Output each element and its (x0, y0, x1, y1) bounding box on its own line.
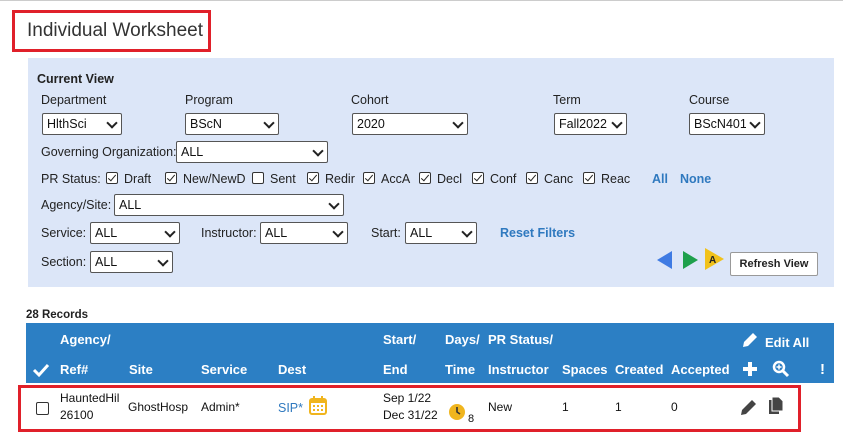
row-accepted: 0 (671, 400, 678, 414)
instructor-label: Instructor: (201, 226, 257, 240)
row-ref: 26100 (60, 408, 94, 422)
select-all-check-icon[interactable] (32, 362, 50, 378)
department-select[interactable]: HlthSci (42, 113, 122, 135)
header-instructor: Instructor (488, 362, 549, 377)
add-icon[interactable] (742, 361, 758, 377)
alert-header-icon: ! (820, 361, 825, 378)
pr-status-newnewd-label: New/NewD (183, 172, 246, 186)
header-spaces: Spaces (562, 362, 608, 377)
row-days: 8 (468, 413, 475, 425)
pr-status-label: PR Status: (41, 172, 101, 186)
row-start: Sep 1/22 (383, 391, 432, 405)
header-service: Service (201, 362, 248, 377)
row-created: 1 (615, 400, 622, 414)
pr-status-draft-checkbox[interactable] (106, 172, 118, 184)
pencil-icon[interactable] (740, 330, 760, 350)
row-site: GhostHosp (128, 400, 189, 414)
section-label: Section: (41, 255, 87, 269)
pr-status-conf-label: Conf (490, 172, 517, 186)
reset-filters-link[interactable]: Reset Filters (500, 226, 575, 240)
start-select[interactable]: ALL (405, 222, 477, 244)
pr-status-decl-checkbox[interactable] (419, 172, 431, 184)
service-label: Service: (41, 226, 87, 240)
pr-status-conf-checkbox[interactable] (472, 172, 484, 184)
previous-arrow-icon[interactable] (656, 250, 674, 270)
governing-org-select[interactable]: ALL (176, 141, 328, 163)
governing-org-label: Governing Organization: (41, 145, 177, 159)
department-label: Department (41, 93, 107, 107)
header-accepted: Accepted (671, 362, 730, 377)
header-agency: Agency/ (60, 332, 111, 347)
search-zoom-icon[interactable] (772, 360, 790, 378)
program-select[interactable]: BScN (185, 113, 279, 135)
header-time: Time (445, 362, 476, 377)
records-count: 28 Records (26, 309, 89, 321)
pr-status-reac-label: Reac (601, 172, 631, 186)
pr-status-reac-checkbox[interactable] (583, 172, 595, 184)
header-days: Days/ (445, 332, 480, 347)
table-header: Agency/ Ref# Site Service Dest Start/ En… (26, 323, 834, 383)
auto-advance-icon[interactable]: A (703, 247, 725, 271)
edit-pencil-icon[interactable] (739, 397, 759, 417)
pr-status-redir-checkbox[interactable] (307, 172, 319, 184)
pr-status-canc-checkbox[interactable] (526, 172, 538, 184)
pr-status-none-link[interactable]: None (680, 172, 711, 186)
header-start: Start/ (383, 332, 417, 347)
copy-icon[interactable] (767, 396, 785, 416)
agency-site-select[interactable]: ALL (114, 194, 344, 216)
header-site: Site (129, 362, 153, 377)
next-arrow-icon[interactable] (681, 250, 699, 270)
filter-panel: Current View Department Program Cohort T… (28, 58, 834, 287)
calendar-icon[interactable] (308, 395, 328, 416)
program-label: Program (185, 93, 233, 107)
term-label: Term (553, 93, 581, 107)
top-divider (0, 0, 843, 1)
row-select-checkbox[interactable] (36, 402, 49, 415)
pr-status-redir-label: Redir (325, 172, 355, 186)
row-service: Admin* (201, 400, 240, 414)
section-select[interactable]: ALL (90, 251, 173, 273)
header-created: Created (615, 362, 664, 377)
row-end: Dec 31/22 (383, 408, 438, 422)
page-title: Individual Worksheet (27, 20, 204, 41)
header-dest: Dest (278, 362, 307, 377)
instructor-select[interactable]: ALL (260, 222, 348, 244)
header-pr-status: PR Status/ (488, 332, 554, 347)
pr-status-acca-checkbox[interactable] (363, 172, 375, 184)
pr-status-canc-label: Canc (544, 172, 574, 186)
pr-status-all-link[interactable]: All (652, 172, 668, 186)
current-view-heading: Current View (37, 72, 114, 86)
pr-status-acca-label: AccA (381, 172, 411, 186)
course-select[interactable]: BScN401 (689, 113, 765, 135)
edit-all-button[interactable]: Edit All (765, 335, 809, 350)
header-ref: Ref# (60, 362, 89, 377)
pr-status-decl-label: Decl (437, 172, 463, 186)
agency-site-label: Agency/Site: (41, 198, 112, 212)
header-end: End (383, 362, 408, 377)
service-select[interactable]: ALL (90, 222, 180, 244)
row-dest-link[interactable]: SIP* (278, 401, 303, 415)
row-agency: HauntedHil (60, 391, 120, 405)
pr-status-sent-label: Sent (270, 172, 296, 186)
pr-status-sent-checkbox[interactable] (252, 172, 264, 184)
cohort-select[interactable]: 2020 (352, 113, 468, 135)
pr-status-draft-label: Draft (124, 172, 152, 186)
pr-status-newnewd-checkbox[interactable] (165, 172, 177, 184)
clock-icon (449, 404, 465, 420)
term-select[interactable]: Fall2022 (554, 113, 627, 135)
cohort-label: Cohort (351, 93, 389, 107)
row-status: New (488, 400, 513, 414)
start-label: Start: (371, 226, 401, 240)
row-spaces: 1 (562, 400, 569, 414)
refresh-view-button[interactable]: Refresh View (730, 252, 818, 276)
course-label: Course (689, 93, 730, 107)
svg-text:A: A (709, 255, 716, 266)
